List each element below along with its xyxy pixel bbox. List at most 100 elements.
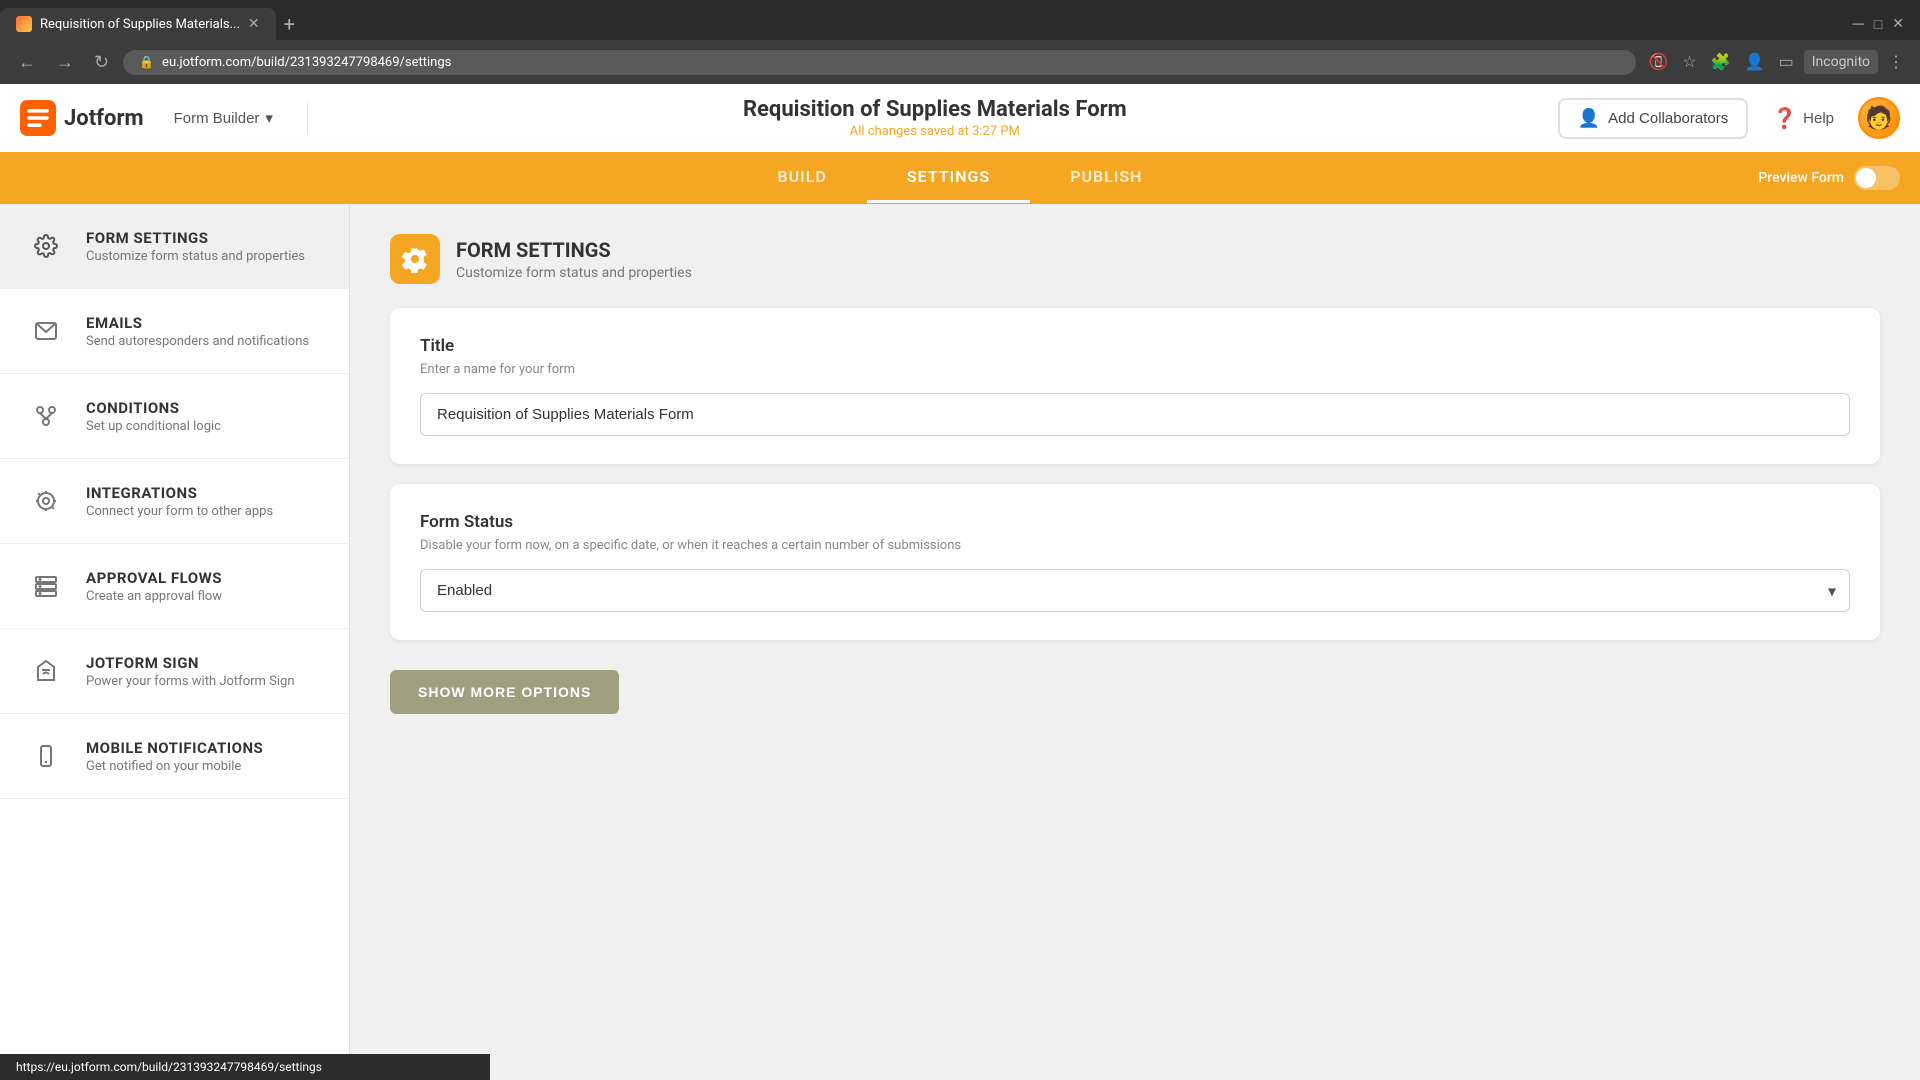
conditions-text: CONDITIONS Set up conditional logic <box>86 399 221 434</box>
mobile-notifications-text: MOBILE NOTIFICATIONS Get notified on you… <box>86 739 263 774</box>
app-header: Jotform Form Builder ▾ Requisition of Su… <box>0 84 1920 152</box>
main-content: FORM SETTINGS Customize form status and … <box>350 204 1920 1080</box>
jotform-logo[interactable]: Jotform <box>20 100 144 136</box>
incognito-label: Incognito <box>1804 50 1878 74</box>
integrations-label: INTEGRATIONS <box>86 484 273 502</box>
settings-header-icon <box>401 245 429 273</box>
main-layout: FORM SETTINGS Customize form status and … <box>0 204 1920 1080</box>
back-button[interactable]: ← <box>12 48 42 77</box>
content-header-text: FORM SETTINGS Customize form status and … <box>456 238 692 281</box>
status-card: Form Status Disable your form now, on a … <box>390 484 1880 640</box>
browser-tab[interactable]: Requisition of Supplies Materials... ✕ <box>0 8 276 40</box>
mail-icon <box>24 309 68 353</box>
form-builder-label: Form Builder <box>174 110 260 127</box>
approval-flows-icon <box>24 564 68 608</box>
close-button[interactable]: ✕ <box>1892 16 1904 32</box>
form-settings-text: FORM SETTINGS Customize form status and … <box>86 229 305 264</box>
approval-flows-label: APPROVAL FLOWS <box>86 569 222 587</box>
bookmark-icon[interactable]: ☆ <box>1678 48 1700 76</box>
status-url: https://eu.jotform.com/build/23139324779… <box>16 1060 322 1074</box>
emails-sublabel: Send autoresponders and notifications <box>86 334 309 349</box>
sidebar: FORM SETTINGS Customize form status and … <box>0 204 350 1080</box>
extensions-icon[interactable]: 🧩 <box>1707 48 1735 76</box>
sidebar-item-approval-flows[interactable]: APPROVAL FLOWS Create an approval flow <box>0 544 349 629</box>
divider <box>307 103 308 133</box>
approval-flows-text: APPROVAL FLOWS Create an approval flow <box>86 569 222 604</box>
jotform-sign-label: JOTFORM SIGN <box>86 654 295 672</box>
title-input[interactable] <box>420 393 1850 436</box>
form-title: Requisition of Supplies Materials Form <box>332 97 1538 122</box>
status-label: Form Status <box>420 512 1850 532</box>
tab-settings[interactable]: SETTINGS <box>867 153 1030 203</box>
help-label: Help <box>1803 110 1834 127</box>
conditions-icon <box>24 394 68 438</box>
tab-close-button[interactable]: ✕ <box>248 16 260 32</box>
tab-title: Requisition of Supplies Materials... <box>40 17 240 32</box>
tab-build[interactable]: BUILD <box>738 153 867 203</box>
sidebar-item-form-settings[interactable]: FORM SETTINGS Customize form status and … <box>0 204 349 289</box>
add-collaborators-button[interactable]: 👤 Add Collaborators <box>1558 98 1749 139</box>
jotform-sign-text: JOTFORM SIGN Power your forms with Jotfo… <box>86 654 295 689</box>
tab-favicon <box>16 16 32 32</box>
integrations-text: INTEGRATIONS Connect your form to other … <box>86 484 273 519</box>
form-settings-label: FORM SETTINGS <box>86 229 305 247</box>
toggle-knob <box>1856 168 1876 188</box>
minimize-button[interactable]: ─ <box>1852 14 1863 34</box>
title-description: Enter a name for your form <box>420 362 1850 377</box>
emails-label: EMAILS <box>86 314 309 332</box>
emails-text: EMAILS Send autoresponders and notificat… <box>86 314 309 349</box>
help-circle-icon: ❓ <box>1772 106 1797 131</box>
logo-icon <box>20 100 56 136</box>
header-actions: 👤 Add Collaborators ❓ Help 🧑 <box>1558 97 1900 139</box>
address-bar[interactable]: 🔒 eu.jotform.com/build/231393247798469/s… <box>123 50 1636 75</box>
content-header-icon <box>390 234 440 284</box>
integrations-sublabel: Connect your form to other apps <box>86 504 273 519</box>
sidebar-item-emails[interactable]: EMAILS Send autoresponders and notificat… <box>0 289 349 374</box>
content-title: FORM SETTINGS <box>456 238 692 262</box>
form-settings-sublabel: Customize form status and properties <box>86 249 305 264</box>
conditions-label: CONDITIONS <box>86 399 221 417</box>
menu-icon[interactable]: ⋮ <box>1884 48 1908 76</box>
tab-publish[interactable]: PUBLISH <box>1030 153 1182 203</box>
screen-share-icon[interactable]: 📵 <box>1644 48 1672 76</box>
sidebar-icon[interactable]: ▭ <box>1775 48 1798 76</box>
content-subtitle: Customize form status and properties <box>456 265 692 281</box>
forward-button[interactable]: → <box>50 48 80 77</box>
approval-flows-sublabel: Create an approval flow <box>86 589 222 604</box>
mobile-icon <box>24 734 68 778</box>
jotform-sign-sublabel: Power your forms with Jotform Sign <box>86 674 295 689</box>
integrations-icon <box>24 479 68 523</box>
maximize-button[interactable]: □ <box>1874 16 1882 33</box>
conditions-sublabel: Set up conditional logic <box>86 419 221 434</box>
content-header: FORM SETTINGS Customize form status and … <box>390 234 1880 284</box>
sidebar-item-jotform-sign[interactable]: JOTFORM SIGN Power your forms with Jotfo… <box>0 629 349 714</box>
title-label: Title <box>420 336 1850 356</box>
gear-icon <box>24 224 68 268</box>
show-more-button[interactable]: SHOW MORE OPTIONS <box>390 670 619 714</box>
refresh-button[interactable]: ↻ <box>88 48 115 77</box>
status-bar: https://eu.jotform.com/build/23139324779… <box>0 1054 490 1080</box>
url-text: eu.jotform.com/build/231393247798469/set… <box>162 55 451 70</box>
logo-text: Jotform <box>64 106 144 131</box>
title-card: Title Enter a name for your form <box>390 308 1880 464</box>
status-select-wrapper: Enabled Disabled ▾ <box>420 569 1850 612</box>
tab-navigation: BUILD SETTINGS PUBLISH Preview Form <box>0 152 1920 204</box>
user-plus-icon: 👤 <box>1578 108 1600 129</box>
new-tab-button[interactable]: + <box>284 12 295 36</box>
form-builder-dropdown[interactable]: Form Builder ▾ <box>164 103 283 133</box>
add-collaborators-label: Add Collaborators <box>1608 110 1728 127</box>
sidebar-item-integrations[interactable]: INTEGRATIONS Connect your form to other … <box>0 459 349 544</box>
help-button[interactable]: ❓ Help <box>1760 98 1846 139</box>
dropdown-chevron-icon: ▾ <box>265 109 273 127</box>
profile-icon[interactable]: 👤 <box>1741 48 1769 76</box>
avatar[interactable]: 🧑 <box>1858 97 1900 139</box>
preview-toggle[interactable] <box>1854 166 1900 190</box>
sidebar-item-mobile-notifications[interactable]: MOBILE NOTIFICATIONS Get notified on you… <box>0 714 349 799</box>
mobile-notifications-label: MOBILE NOTIFICATIONS <box>86 739 263 757</box>
lock-icon: 🔒 <box>139 55 154 69</box>
status-select[interactable]: Enabled Disabled <box>420 569 1850 612</box>
status-description: Disable your form now, on a specific dat… <box>420 538 1850 553</box>
sidebar-item-conditions[interactable]: CONDITIONS Set up conditional logic <box>0 374 349 459</box>
saved-status: All changes saved at 3:27 PM <box>332 124 1538 139</box>
header-center: Requisition of Supplies Materials Form A… <box>332 97 1538 139</box>
